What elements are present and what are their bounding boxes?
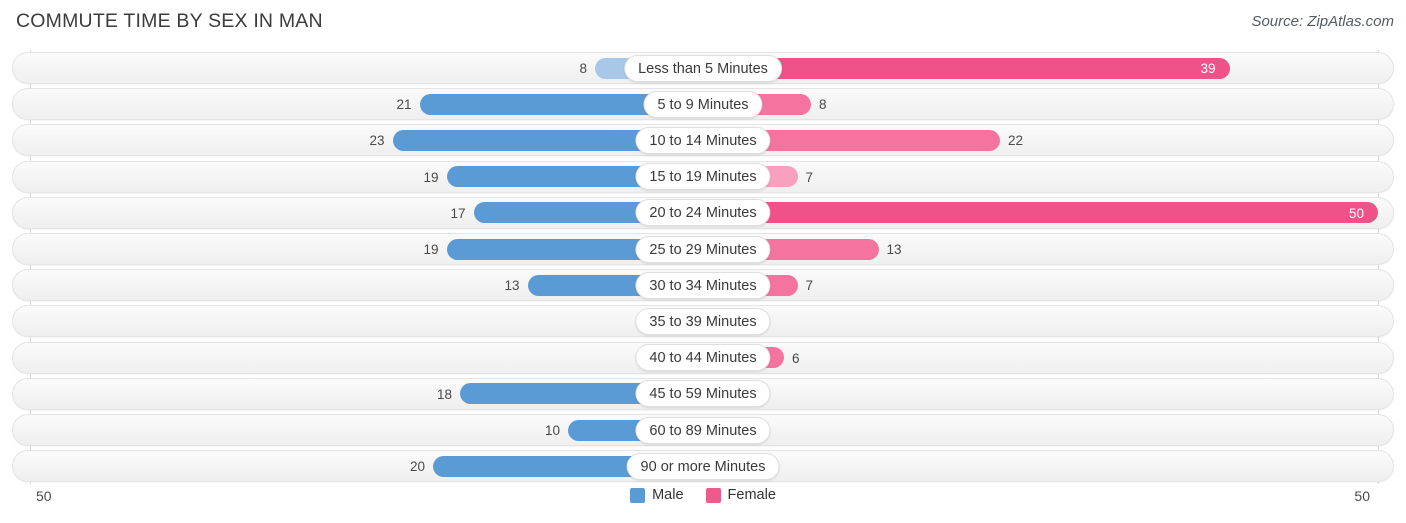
value-label-female: 7 bbox=[805, 278, 814, 294]
value-label-female: 22 bbox=[1008, 133, 1024, 149]
value-label-male: 20 bbox=[409, 459, 425, 475]
value-label-male: 19 bbox=[423, 242, 439, 257]
table-row[interactable]: 21 8 5 to 9 Minutes bbox=[0, 86, 1406, 122]
category-label-pill[interactable]: 10 to 14 Minutes bbox=[635, 126, 771, 154]
legend-item[interactable]: Male bbox=[630, 487, 684, 503]
value-label-male: 19 bbox=[423, 169, 439, 185]
legend-swatch-icon bbox=[705, 487, 721, 503]
category-label-pill[interactable]: 15 to 19 Minutes bbox=[635, 163, 771, 191]
value-label-male: 18 bbox=[436, 386, 452, 402]
value-label-male: 17 bbox=[450, 205, 466, 221]
value-label-male: 0 bbox=[0, 348, 647, 369]
value-label-female: 8 bbox=[819, 97, 827, 113]
value-label-male: 23 bbox=[369, 133, 385, 149]
table-row[interactable]: 17 50 20 to 24 Minutes bbox=[0, 195, 1406, 231]
category-label-pill[interactable]: 35 to 39 Minutes bbox=[635, 307, 771, 335]
category-label-pill[interactable]: 60 to 89 Minutes bbox=[635, 416, 771, 444]
value-label-male: 2 bbox=[0, 311, 647, 332]
category-label-pill[interactable]: 30 to 34 Minutes bbox=[635, 271, 771, 299]
legend-swatch-icon bbox=[630, 487, 646, 503]
legend-label: Female bbox=[727, 487, 776, 503]
category-label-pill[interactable]: 20 to 24 Minutes bbox=[635, 199, 771, 227]
table-row[interactable]: 19 7 15 to 19 Minutes bbox=[0, 159, 1406, 195]
chart-footer: 50 50 Male Female bbox=[0, 484, 1406, 523]
value-label-female: 7 bbox=[805, 169, 814, 185]
chart-root: COMMUTE TIME BY SEX IN MAN Source: ZipAt… bbox=[0, 0, 1406, 523]
value-label-male: 8 bbox=[579, 61, 587, 76]
value-label-female: 13 bbox=[886, 242, 902, 257]
legend-item[interactable]: Female bbox=[705, 487, 776, 503]
chart-plot-area: 8 39 Less than 5 Minutes 21 8 5 to 9 Minutes 2… bbox=[0, 50, 1406, 484]
table-row[interactable]: 18145 to 59 Minutes bbox=[0, 376, 1406, 412]
legend-label: Male bbox=[652, 487, 684, 503]
value-label-male: 13 bbox=[504, 278, 520, 294]
category-label-pill[interactable]: Less than 5 Minutes bbox=[624, 54, 782, 82]
category-label-pill[interactable]: 40 to 44 Minutes bbox=[635, 344, 771, 372]
table-row[interactable]: 13 7 30 to 34 Minutes bbox=[0, 267, 1406, 303]
table-row[interactable]: 8 39 Less than 5 Minutes bbox=[0, 50, 1406, 86]
category-label-pill[interactable]: 5 to 9 Minutes bbox=[643, 90, 763, 118]
category-label-pill[interactable]: 25 to 29 Minutes bbox=[635, 235, 771, 263]
value-label-male: 21 bbox=[396, 97, 412, 113]
table-row[interactable]: 10260 to 89 Minutes bbox=[0, 412, 1406, 448]
chart-legend: Male Female bbox=[0, 487, 1406, 503]
value-label-female: 50 bbox=[1348, 205, 1364, 221]
table-row[interactable]: 20090 or more Minutes bbox=[0, 448, 1406, 484]
table-row[interactable]: 23 22 10 to 14 Minutes bbox=[0, 122, 1406, 158]
value-label-male: 10 bbox=[544, 423, 560, 438]
category-label-pill[interactable]: 45 to 59 Minutes bbox=[635, 380, 771, 408]
source-attribution: Source: ZipAtlas.com bbox=[1251, 13, 1394, 30]
page-title: COMMUTE TIME BY SEX IN MAN bbox=[16, 10, 323, 32]
value-label-female: 6 bbox=[792, 350, 800, 366]
table-row[interactable]: 19 13 25 to 29 Minutes bbox=[0, 231, 1406, 267]
category-label-pill[interactable]: 90 or more Minutes bbox=[626, 452, 780, 480]
table-row[interactable]: 0 6 40 to 44 Minutes bbox=[0, 340, 1406, 376]
table-row[interactable]: 2035 to 39 Minutes bbox=[0, 303, 1406, 339]
